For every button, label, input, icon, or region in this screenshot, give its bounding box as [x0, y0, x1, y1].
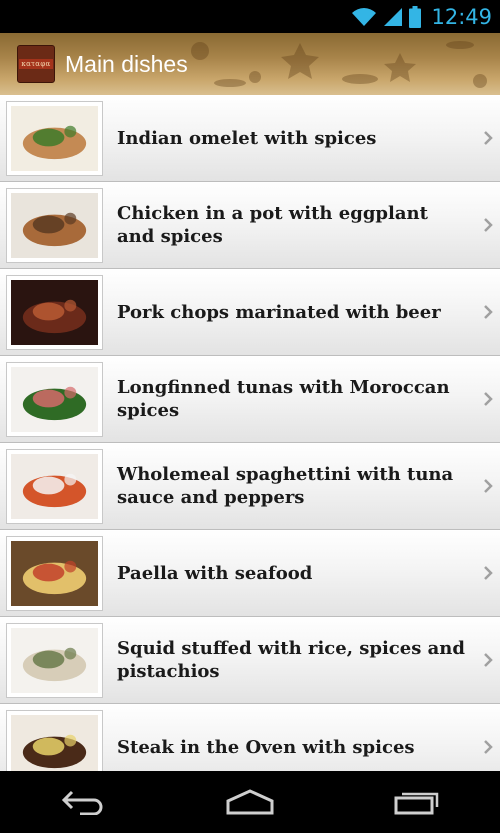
- home-icon: [226, 789, 274, 815]
- recipe-list-item[interactable]: Pork chops marinated with beer: [0, 269, 500, 356]
- recipe-title: Paella with seafood: [117, 562, 313, 584]
- status-bar: 12:49: [0, 0, 500, 33]
- recipe-title: Wholemeal spaghettini with tuna sauce an…: [117, 464, 454, 508]
- chevron-right-icon: [484, 218, 493, 232]
- recipe-photo: [11, 714, 98, 771]
- recipe-thumbnail: [6, 535, 103, 611]
- recipe-list[interactable]: Indian omelet with spices Chicken in a po…: [0, 95, 500, 771]
- recipe-list-item[interactable]: Squid stuffed with rice, spices and pist…: [0, 617, 500, 704]
- recipe-thumbnail: [6, 187, 103, 263]
- recipe-photo: [11, 192, 98, 258]
- back-button[interactable]: [53, 782, 113, 822]
- chevron-right-icon: [484, 653, 493, 667]
- recipe-list-item[interactable]: Indian omelet with spices: [0, 95, 500, 182]
- recipe-title: Chicken in a pot with eggplant and spice…: [117, 203, 428, 247]
- home-button[interactable]: [220, 782, 280, 822]
- wifi-icon: [352, 7, 377, 26]
- navigation-bar: [0, 771, 500, 833]
- recipe-photo: [11, 627, 98, 693]
- signal-icon: [384, 7, 403, 26]
- chevron-right-icon: [484, 305, 493, 319]
- page-title: Main dishes: [65, 50, 188, 77]
- recipe-thumbnail: [6, 100, 103, 176]
- app-logo[interactable]: καταφα: [17, 45, 55, 83]
- recipe-photo: [11, 279, 98, 345]
- recipe-photo: [11, 540, 98, 606]
- recipe-thumbnail: [6, 274, 103, 350]
- recipe-list-item[interactable]: Chicken in a pot with eggplant and spice…: [0, 182, 500, 269]
- chevron-right-icon: [484, 740, 493, 754]
- action-bar: καταφα Main dishes: [0, 33, 500, 95]
- recent-apps-icon: [394, 792, 438, 815]
- recipe-thumbnail: [6, 448, 103, 524]
- recent-apps-button[interactable]: [387, 782, 447, 822]
- chevron-right-icon: [484, 479, 493, 493]
- battery-icon: [409, 5, 422, 28]
- recipe-title: Steak in the Oven with spices: [117, 736, 415, 758]
- recipe-title: Squid stuffed with rice, spices and pist…: [117, 638, 465, 682]
- app-logo-text: καταφα: [19, 59, 53, 69]
- recipe-photo: [11, 453, 98, 519]
- recipe-list-item[interactable]: Steak in the Oven with spices: [0, 704, 500, 771]
- recipe-list-item[interactable]: Longfinned tunas with Moroccan spices: [0, 356, 500, 443]
- recipe-list-item[interactable]: Wholemeal spaghettini with tuna sauce an…: [0, 443, 500, 530]
- recipe-thumbnail: [6, 709, 103, 771]
- recipe-title: Pork chops marinated with beer: [117, 301, 441, 323]
- recipe-thumbnail: [6, 622, 103, 698]
- recipe-title: Indian omelet with spices: [117, 127, 377, 149]
- recipe-list-item[interactable]: Paella with seafood: [0, 530, 500, 617]
- recipe-photo: [11, 366, 98, 432]
- back-icon: [62, 790, 103, 815]
- recipe-photo: [11, 105, 98, 171]
- chevron-right-icon: [484, 131, 493, 145]
- recipe-title: Longfinned tunas with Moroccan spices: [117, 377, 450, 421]
- chevron-right-icon: [484, 392, 493, 406]
- spice-decoration: [191, 41, 487, 88]
- chevron-right-icon: [484, 566, 493, 580]
- recipe-thumbnail: [6, 361, 103, 437]
- status-clock: 12:49: [431, 4, 492, 29]
